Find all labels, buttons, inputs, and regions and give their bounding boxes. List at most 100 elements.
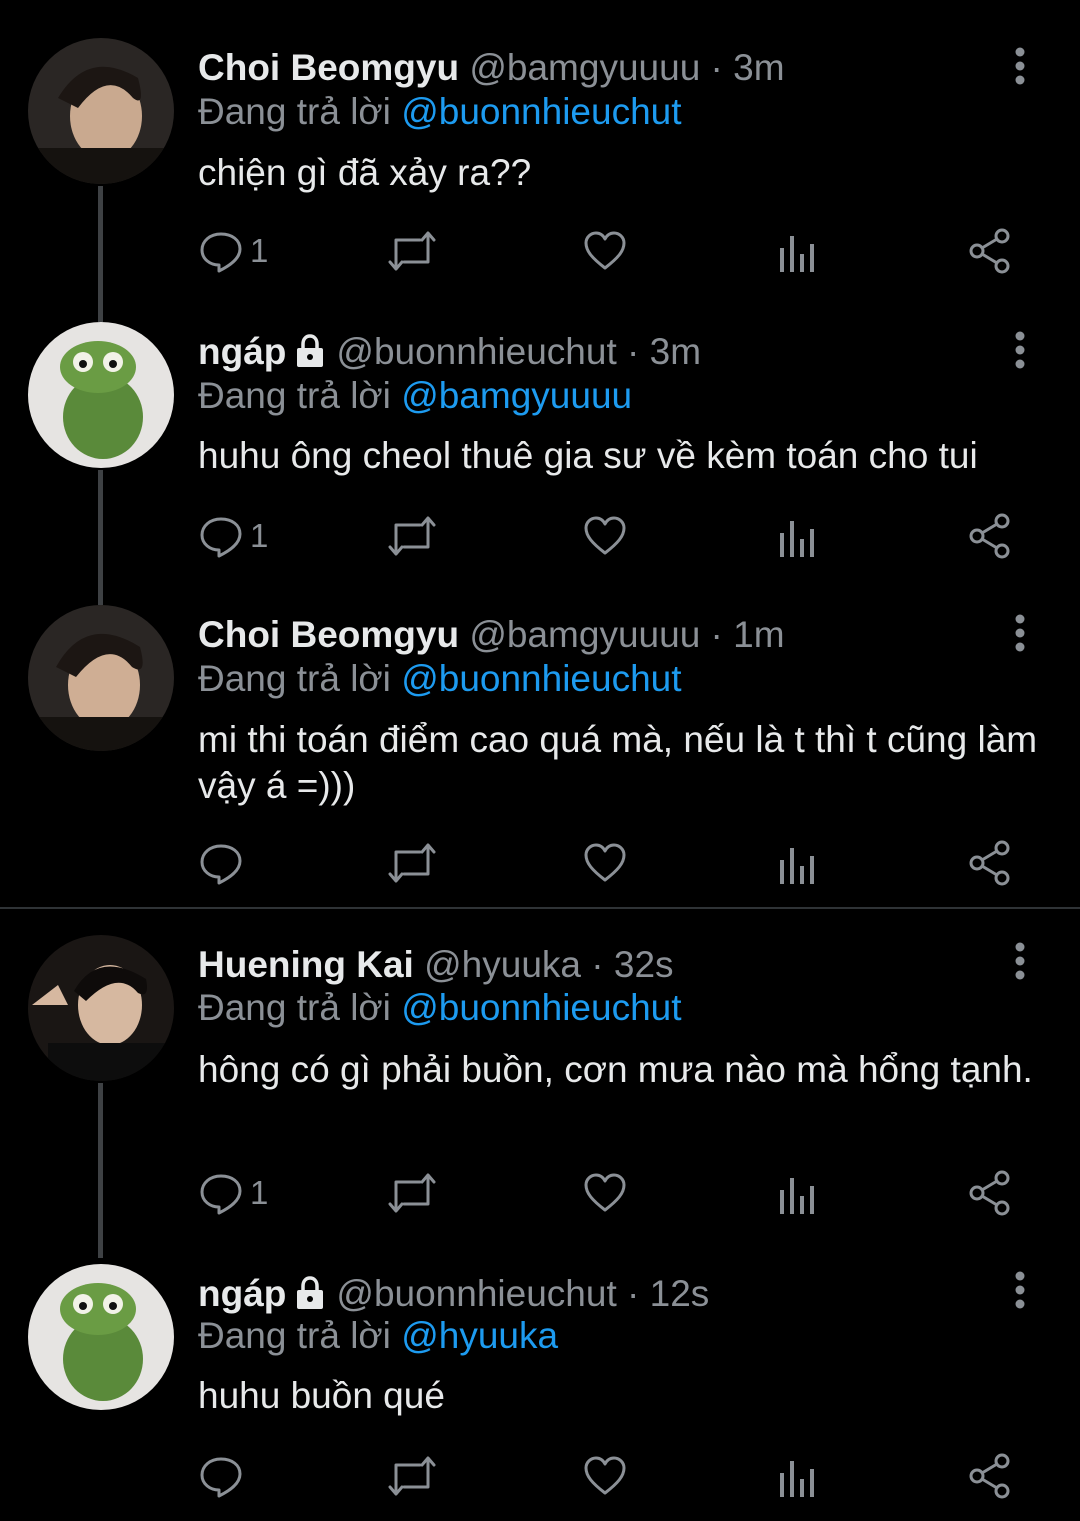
thread-divider <box>0 907 1080 909</box>
reply-button[interactable]: 1 <box>198 1163 268 1223</box>
heart-icon <box>584 231 626 270</box>
display-name[interactable]: ngáp <box>198 1273 286 1314</box>
retweet-icon <box>388 231 436 271</box>
reply-icon <box>200 844 242 885</box>
tweet[interactable]: Choi Beomgyu @bamgyuuuu · 3m Đang trả lờ… <box>0 38 1080 316</box>
replying-to: Đang trả lời @buonnhieuchut <box>198 984 682 1032</box>
lock-icon <box>297 334 324 367</box>
share-button[interactable] <box>968 506 1012 566</box>
lock-icon <box>297 1276 324 1309</box>
mention-link[interactable]: @bamgyuuuu <box>401 375 632 416</box>
retweet-button[interactable] <box>386 1446 438 1506</box>
reply-count: 1 <box>250 517 269 554</box>
timestamp[interactable]: 3m <box>733 47 784 88</box>
more-options-icon[interactable] <box>1005 330 1035 370</box>
retweet-icon <box>388 1173 436 1213</box>
thread-line <box>98 565 103 605</box>
heart-icon <box>584 1173 626 1212</box>
share-button[interactable] <box>968 833 1012 893</box>
thread-line <box>98 278 103 322</box>
replying-prefix: Đang trả lời <box>198 1315 391 1356</box>
tweet-text: huhu ông cheol thuê gia sư về kèm toán c… <box>198 435 978 476</box>
handle[interactable]: @bamgyuuuu <box>469 47 700 88</box>
share-button[interactable] <box>968 221 1012 281</box>
retweet-button[interactable] <box>386 1163 438 1223</box>
replying-prefix: Đang trả lời <box>198 375 391 416</box>
more-options-icon[interactable] <box>1005 613 1035 653</box>
action-bar: 1 <box>0 506 1080 566</box>
display-name[interactable]: Huening Kai <box>198 944 414 985</box>
reply-button[interactable]: 1 <box>198 506 268 566</box>
replying-prefix: Đang trả lời <box>198 987 391 1028</box>
share-icon <box>969 228 1010 274</box>
separator-dot: · <box>700 614 734 655</box>
display-name[interactable]: Choi Beomgyu <box>198 614 459 655</box>
separator-dot: · <box>616 331 650 372</box>
handle[interactable]: @buonnhieuchut <box>336 1273 616 1314</box>
tweet[interactable]: Huening Kai @hyuuka · 32s Đang trả lời @… <box>0 935 1080 1258</box>
share-button[interactable] <box>968 1446 1012 1506</box>
replying-prefix: Đang trả lời <box>198 658 391 699</box>
reply-button[interactable] <box>198 1446 250 1506</box>
mention-link[interactable]: @buonnhieuchut <box>401 91 681 132</box>
analytics-button[interactable] <box>776 1163 818 1223</box>
avatar[interactable] <box>28 935 174 1081</box>
share-icon <box>969 1170 1010 1216</box>
more-options-icon[interactable] <box>1005 1270 1035 1310</box>
reply-icon <box>200 517 242 558</box>
replying-prefix: Đang trả lời <box>198 91 391 132</box>
action-bar <box>0 833 1080 893</box>
mention-link[interactable]: @buonnhieuchut <box>401 658 681 699</box>
like-button[interactable] <box>582 1163 628 1223</box>
avatar[interactable] <box>28 322 174 468</box>
reply-button[interactable]: 1 <box>198 221 268 281</box>
timestamp[interactable]: 1m <box>733 614 784 655</box>
like-button[interactable] <box>582 833 628 893</box>
handle[interactable]: @hyuuka <box>424 944 581 985</box>
share-icon <box>969 513 1010 559</box>
retweet-icon <box>388 1456 436 1496</box>
analytics-button[interactable] <box>776 1446 818 1506</box>
tweet[interactable]: ngáp @buonnhieuchut · 3m Đang trả lời @ba… <box>0 278 1080 600</box>
analytics-button[interactable] <box>776 506 818 566</box>
tweet-text: mi thi toán điểm cao quá mà, nếu là t th… <box>198 719 1038 806</box>
handle[interactable]: @bamgyuuuu <box>469 614 700 655</box>
analytics-icon <box>780 848 814 884</box>
share-icon <box>969 1453 1010 1499</box>
analytics-button[interactable] <box>776 221 818 281</box>
heart-icon <box>584 843 626 882</box>
retweet-icon <box>388 516 436 556</box>
avatar[interactable] <box>28 605 174 751</box>
avatar[interactable] <box>28 1264 174 1410</box>
like-button[interactable] <box>582 221 628 281</box>
retweet-button[interactable] <box>386 833 438 893</box>
handle[interactable]: @buonnhieuchut <box>336 331 616 372</box>
share-icon <box>969 840 1010 886</box>
more-options-icon[interactable] <box>1005 46 1035 86</box>
share-button[interactable] <box>968 1163 1012 1223</box>
like-button[interactable] <box>582 506 628 566</box>
tweet-text: chiện gì đã xảy ra?? <box>198 152 532 193</box>
analytics-icon <box>780 1178 814 1214</box>
action-bar <box>0 1446 1080 1506</box>
analytics-button[interactable] <box>776 833 818 893</box>
tweet[interactable]: Choi Beomgyu @bamgyuuuu · 1m Đang trả lờ… <box>0 565 1080 895</box>
reply-button[interactable] <box>198 833 250 893</box>
reply-icon <box>200 1174 242 1215</box>
avatar[interactable] <box>28 38 174 184</box>
timestamp[interactable]: 12s <box>650 1273 710 1314</box>
display-name[interactable]: ngáp <box>198 331 286 372</box>
replying-to: Đang trả lời @bamgyuuuu <box>198 372 632 420</box>
tweet[interactable]: ngáp @buonnhieuchut · 12s Đang trả lời @h… <box>0 1264 1080 1514</box>
timestamp[interactable]: 3m <box>650 331 701 372</box>
more-options-icon[interactable] <box>1005 941 1035 981</box>
replying-to: Đang trả lời @hyuuka <box>198 1312 558 1360</box>
timestamp[interactable]: 32s <box>614 944 674 985</box>
like-button[interactable] <box>582 1446 628 1506</box>
retweet-button[interactable] <box>386 221 438 281</box>
retweet-button[interactable] <box>386 506 438 566</box>
mention-link[interactable]: @buonnhieuchut <box>401 987 681 1028</box>
mention-link[interactable]: @hyuuka <box>401 1315 558 1356</box>
display-name[interactable]: Choi Beomgyu <box>198 47 459 88</box>
heart-icon <box>584 516 626 555</box>
